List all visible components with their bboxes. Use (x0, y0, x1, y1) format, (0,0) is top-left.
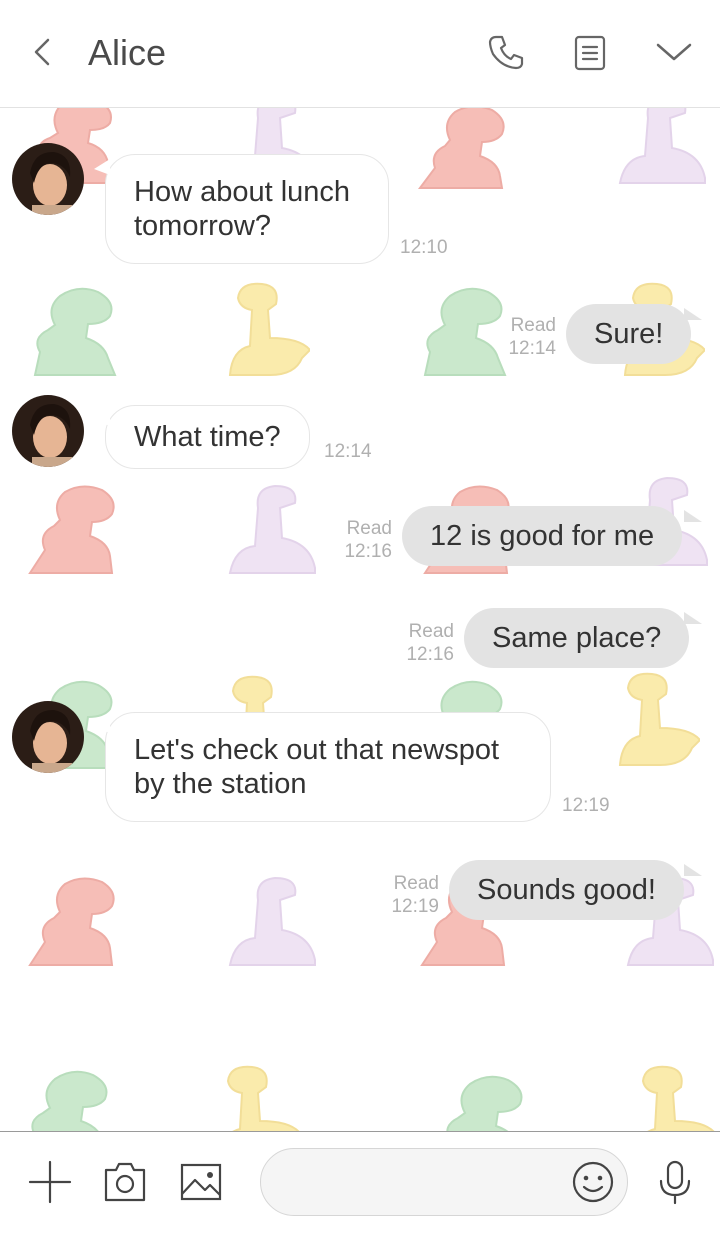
message-bubble-outgoing[interactable]: Sounds good! (449, 860, 684, 920)
green-dinosaur-sticker (15, 1063, 115, 1131)
message-time: 12:10 (400, 237, 448, 258)
read-receipt: Read 12:14 (496, 314, 556, 360)
purple-dinosaur-sticker (220, 478, 320, 578)
camera-icon[interactable] (101, 1158, 149, 1206)
chat-header: Alice (0, 0, 720, 108)
microphone-icon[interactable] (651, 1158, 699, 1206)
message-bubble-outgoing[interactable]: Sure! (566, 304, 692, 364)
red-dinosaur-sticker (20, 870, 120, 970)
plus-icon[interactable] (26, 1158, 74, 1206)
message-composer (0, 1131, 720, 1233)
read-label: Read (408, 621, 454, 642)
message-time: 12:16 (406, 644, 454, 665)
red-dinosaur-sticker (410, 108, 510, 198)
smiley-icon[interactable] (569, 1158, 617, 1206)
red-dinosaur-sticker (20, 478, 120, 578)
yellow-dinosaur-sticker (600, 670, 702, 770)
chevron-down-icon[interactable] (652, 30, 696, 74)
read-receipt: Read 12:16 (394, 620, 454, 666)
green-dinosaur-sticker (430, 1068, 530, 1131)
message-time: 12:19 (562, 795, 610, 816)
chevron-left-icon[interactable] (20, 30, 64, 74)
message-line: by the station (134, 768, 307, 800)
green-dinosaur-sticker (20, 280, 120, 380)
message-bubble-incoming[interactable]: How about lunch tomorrow? (105, 154, 389, 264)
read-label: Read (393, 873, 439, 894)
message-line: How about lunch (134, 176, 351, 208)
message-time: 12:14 (324, 441, 372, 462)
avatar[interactable] (12, 701, 84, 773)
yellow-dinosaur-sticker (200, 1063, 300, 1131)
message-bubble-incoming[interactable]: What time? (105, 405, 310, 469)
message-bubble-incoming[interactable]: Let's check out that newspot by the stat… (105, 712, 551, 822)
message-time: 12:16 (344, 541, 392, 562)
message-bubble-outgoing[interactable]: Same place? (464, 608, 690, 668)
yellow-dinosaur-sticker (210, 280, 312, 380)
avatar[interactable] (12, 143, 84, 215)
green-dinosaur-sticker (410, 280, 510, 380)
read-label: Read (510, 315, 556, 336)
read-receipt: Read 12:16 (332, 517, 392, 563)
note-icon[interactable] (568, 30, 612, 74)
purple-dinosaur-sticker (220, 870, 320, 970)
message-bubble-outgoing[interactable]: 12 is good for me (402, 506, 683, 566)
yellow-dinosaur-sticker (615, 1063, 715, 1131)
purple-dinosaur-sticker (610, 108, 710, 188)
message-line: tomorrow? (134, 210, 271, 242)
message-line: What time? (134, 421, 281, 453)
chat-title: Alice (88, 32, 167, 73)
read-receipt: Read 12:19 (379, 872, 439, 918)
message-time: 12:14 (508, 338, 556, 359)
read-label: Read (346, 518, 392, 539)
message-line: Let's check out that newspot (134, 734, 500, 766)
message-time: 12:19 (391, 896, 439, 917)
phone-icon[interactable] (484, 30, 528, 74)
avatar[interactable] (12, 395, 84, 467)
image-icon[interactable] (177, 1158, 225, 1206)
